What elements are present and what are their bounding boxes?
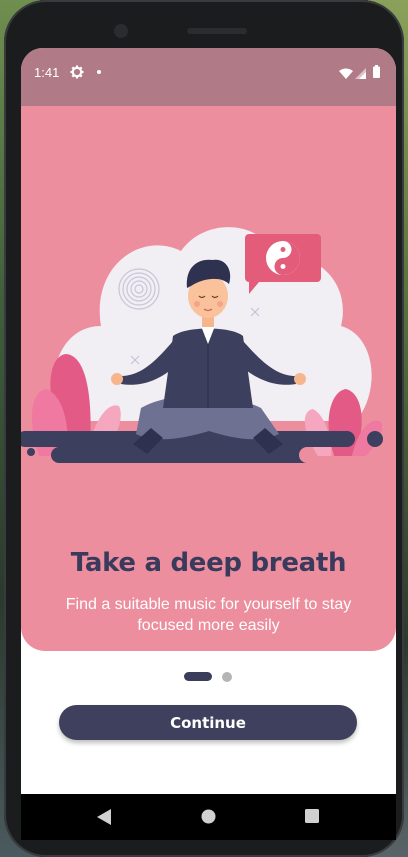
wifi-icon [339,66,353,84]
meditating-man-illustration [21,227,396,466]
onboarding-title: Take a deep breath [70,548,347,578]
page-indicator-dot[interactable] [222,672,232,682]
page-indicator-dot-active[interactable] [184,672,212,681]
onboarding-subtitle: Find a suitable music for yourself to st… [65,596,352,634]
recents-icon[interactable] [305,809,319,828]
continue-button[interactable]: Continue [59,705,357,740]
android-nav-bar [21,794,396,840]
notification-dot-icon [97,70,101,74]
home-icon[interactable] [201,809,216,829]
front-camera [114,24,128,38]
gear-icon [70,65,84,84]
status-time: 1:41 [34,65,60,80]
onboarding-hero: Take a deep breath Find a suitable music… [21,106,396,651]
battery-icon [373,65,380,83]
status-bar: 1:41 [21,48,396,106]
earpiece-speaker [187,28,247,34]
back-icon[interactable] [97,809,111,830]
cell-signal-icon [355,66,366,84]
app-screen: 1:41 Take a deep breath Find a suitable … [21,48,396,832]
